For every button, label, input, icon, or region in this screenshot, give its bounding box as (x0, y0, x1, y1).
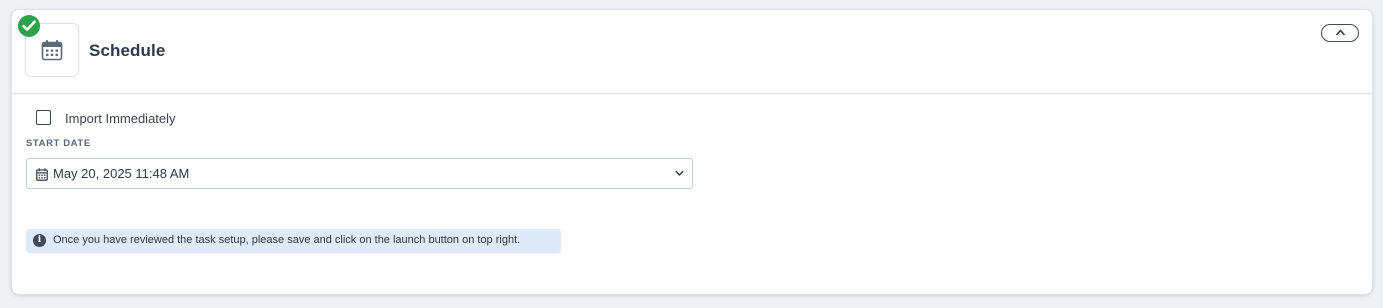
start-date-label: START DATE (26, 138, 91, 149)
info-icon: i (33, 234, 46, 247)
schedule-panel: Schedule Import Immediately START DATE M… (11, 9, 1373, 295)
chevron-down-icon (675, 170, 684, 176)
start-date-select[interactable]: May 20, 2025 11:48 AM (26, 158, 693, 189)
import-immediately-label[interactable]: Import Immediately (65, 111, 176, 126)
import-immediately-checkbox[interactable] (36, 110, 51, 125)
calendar-icon (41, 40, 63, 61)
chevron-up-icon (1336, 29, 1345, 36)
info-banner: i Once you have reviewed the task setup,… (26, 229, 561, 253)
calendar-icon (36, 168, 48, 181)
start-date-value: May 20, 2025 11:48 AM (53, 166, 190, 181)
panel-header: Schedule (12, 10, 1372, 94)
section-title: Schedule (89, 41, 166, 60)
check-circle-icon (18, 15, 40, 37)
info-banner-text: Once you have reviewed the task setup, p… (53, 234, 521, 246)
collapse-button[interactable] (1321, 24, 1359, 42)
